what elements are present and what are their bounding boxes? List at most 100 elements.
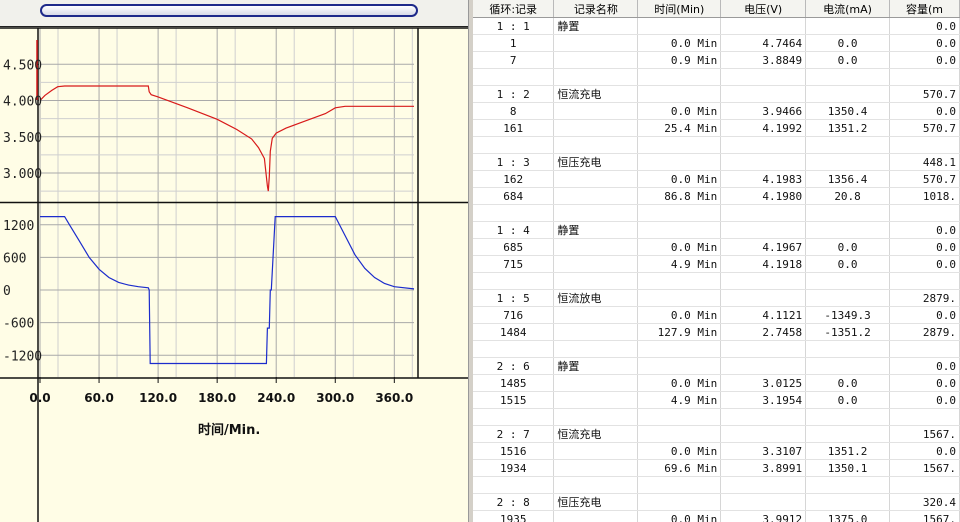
table-row[interactable]: 8 0.0 Min 3.9466 1350.4 0.0 bbox=[473, 102, 960, 120]
table-row[interactable]: 1 : 2 恒流充电 570.7 bbox=[473, 85, 960, 103]
table-cell: 恒流充电 bbox=[553, 85, 639, 103]
table-row[interactable] bbox=[473, 68, 960, 86]
table-row[interactable]: 2 : 7 恒流充电 1567. bbox=[473, 425, 960, 443]
plot-panel: 0.0 60.0 120.0 180.0 240.0 300.0 360.0 4.500 4.0… bbox=[0, 0, 468, 522]
column-header[interactable]: 记录名称 bbox=[553, 0, 639, 18]
table-cell: 0.0 bbox=[805, 34, 891, 52]
table-cell bbox=[889, 340, 960, 358]
table-row[interactable]: 1 : 4 静置 0.0 bbox=[473, 221, 960, 239]
table-cell: 448.1 bbox=[889, 153, 960, 171]
table-row[interactable]: 2 : 6 静置 0.0 bbox=[473, 357, 960, 375]
table-row[interactable]: 715 4.9 Min 4.1918 0.0 0.0 bbox=[473, 255, 960, 273]
table-cell: 1375.0 bbox=[805, 510, 891, 522]
x-tick-label: 60.0 bbox=[84, 391, 114, 405]
table-header: 循环:记录 记录名称 时间(Min) 电压(V) 电流(mA) 容量(m bbox=[473, 0, 960, 18]
table-cell: 69.6 Min bbox=[637, 459, 722, 477]
table-cell bbox=[637, 204, 722, 222]
table-cell bbox=[553, 187, 639, 205]
table-cell: 静置 bbox=[553, 17, 639, 35]
table-row[interactable]: 1 : 5 恒流放电 2879. bbox=[473, 289, 960, 307]
table-row[interactable] bbox=[473, 136, 960, 154]
table-cell: 1485 bbox=[473, 374, 555, 392]
table-row[interactable]: 685 0.0 Min 4.1967 0.0 0.0 bbox=[473, 238, 960, 256]
data-table-panel[interactable]: 循环:记录 记录名称 时间(Min) 电压(V) 电流(mA) 容量(m 1 : 1 静置 0… bbox=[473, 0, 960, 522]
table-row[interactable]: 161 25.4 Min 4.1992 1351.2 570.7 bbox=[473, 119, 960, 137]
table-cell: 0.9 Min bbox=[637, 51, 722, 69]
table-row[interactable]: 162 0.0 Min 4.1983 1356.4 570.7 bbox=[473, 170, 960, 188]
table-row[interactable]: 1516 0.0 Min 3.3107 1351.2 0.0 bbox=[473, 442, 960, 460]
table-cell: 1 bbox=[473, 34, 555, 52]
table-cell: 1484 bbox=[473, 323, 555, 341]
table-cell: -1351.2 bbox=[805, 323, 891, 341]
table-cell: 1 : 3 bbox=[473, 153, 555, 171]
table-cell bbox=[805, 340, 891, 358]
table-cell bbox=[805, 357, 891, 375]
voltage-tick-label: 4.000 bbox=[3, 95, 42, 110]
table-cell: 2.7458 bbox=[720, 323, 807, 341]
table-cell bbox=[720, 425, 807, 443]
table-row[interactable] bbox=[473, 476, 960, 494]
table-cell bbox=[720, 17, 807, 35]
table-row[interactable]: 1934 69.6 Min 3.8991 1350.1 1567. bbox=[473, 459, 960, 477]
data-table: 循环:记录 记录名称 时间(Min) 电压(V) 电流(mA) 容量(m 1 : 1 静置 0… bbox=[473, 0, 960, 522]
x-tick-label: 0.0 bbox=[29, 391, 50, 405]
table-cell bbox=[553, 238, 639, 256]
table-cell: 1934 bbox=[473, 459, 555, 477]
table-cell: 3.0125 bbox=[720, 374, 807, 392]
table-cell: 1 : 2 bbox=[473, 85, 555, 103]
table-cell bbox=[805, 408, 891, 426]
table-row[interactable]: 1 : 3 恒压充电 448.1 bbox=[473, 153, 960, 171]
table-row[interactable]: 684 86.8 Min 4.1980 20.8 1018. bbox=[473, 187, 960, 205]
table-cell bbox=[637, 221, 722, 239]
table-cell bbox=[553, 408, 639, 426]
table-cell bbox=[889, 204, 960, 222]
table-cell bbox=[553, 510, 639, 522]
table-cell bbox=[637, 17, 722, 35]
table-cell: 0.0 bbox=[889, 102, 960, 120]
column-header[interactable]: 电流(mA) bbox=[805, 0, 891, 18]
table-cell bbox=[553, 51, 639, 69]
table-row[interactable] bbox=[473, 204, 960, 222]
current-tick-label: 0 bbox=[3, 284, 11, 299]
table-row[interactable]: 716 0.0 Min 4.1121 -1349.3 0.0 bbox=[473, 306, 960, 324]
column-header[interactable]: 电压(V) bbox=[720, 0, 807, 18]
table-cell bbox=[637, 340, 722, 358]
table-cell bbox=[889, 476, 960, 494]
table-cell bbox=[553, 102, 639, 120]
table-row[interactable]: 1 : 1 静置 0.0 bbox=[473, 17, 960, 35]
table-cell: 0.0 bbox=[889, 221, 960, 239]
table-cell: 0.0 bbox=[805, 374, 891, 392]
column-header[interactable]: 时间(Min) bbox=[637, 0, 722, 18]
table-row[interactable]: 1 0.0 Min 4.7464 0.0 0.0 bbox=[473, 34, 960, 52]
table-cell: 0.0 Min bbox=[637, 374, 722, 392]
column-header[interactable]: 循环:记录 bbox=[473, 0, 555, 18]
table-cell: 4.1121 bbox=[720, 306, 807, 324]
plot-canvas: 0.0 60.0 120.0 180.0 240.0 300.0 360.0 4.500 4.0… bbox=[0, 27, 468, 522]
table-cell: 0.0 bbox=[805, 51, 891, 69]
table-cell bbox=[473, 476, 555, 494]
table-cell: -1349.3 bbox=[805, 306, 891, 324]
table-cell bbox=[553, 340, 639, 358]
table-cell bbox=[637, 68, 722, 86]
table-cell bbox=[720, 476, 807, 494]
table-cell bbox=[720, 408, 807, 426]
table-cell: 3.3107 bbox=[720, 442, 807, 460]
table-cell: 0.0 Min bbox=[637, 170, 722, 188]
table-row[interactable]: 2 : 8 恒压充电 320.4 bbox=[473, 493, 960, 511]
table-row[interactable] bbox=[473, 408, 960, 426]
table-row[interactable] bbox=[473, 272, 960, 290]
table-row[interactable]: 1484 127.9 Min 2.7458 -1351.2 2879. bbox=[473, 323, 960, 341]
table-cell bbox=[805, 153, 891, 171]
table-cell: 恒压充电 bbox=[553, 493, 639, 511]
table-cell bbox=[637, 408, 722, 426]
table-cell bbox=[805, 289, 891, 307]
table-cell: 0.0 Min bbox=[637, 306, 722, 324]
table-row[interactable]: 1485 0.0 Min 3.0125 0.0 0.0 bbox=[473, 374, 960, 392]
table-row[interactable]: 1935 0.0 Min 3.9912 1375.0 1567. bbox=[473, 510, 960, 522]
table-cell bbox=[720, 204, 807, 222]
table-row[interactable]: 1515 4.9 Min 3.1954 0.0 0.0 bbox=[473, 391, 960, 409]
column-header[interactable]: 容量(m bbox=[889, 0, 960, 18]
voltage-tick-label: 3.500 bbox=[3, 131, 42, 146]
table-row[interactable] bbox=[473, 340, 960, 358]
table-row[interactable]: 7 0.9 Min 3.8849 0.0 0.0 bbox=[473, 51, 960, 69]
